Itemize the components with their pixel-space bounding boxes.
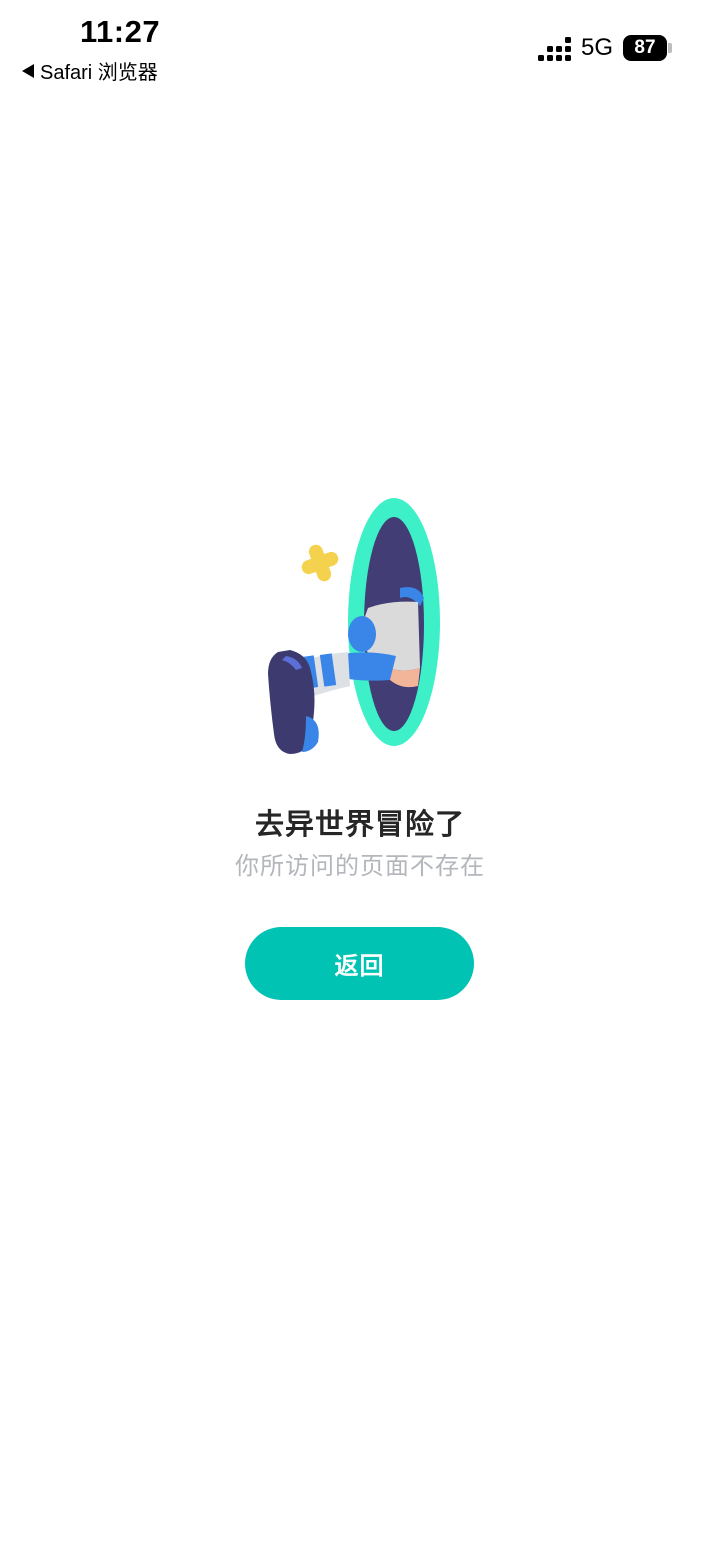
sparkle-icon — [301, 544, 339, 582]
status-time: 11:27 — [80, 14, 161, 49]
network-type: 5G — [580, 34, 613, 61]
error-title: 去异世界冒险了 — [254, 809, 465, 841]
back-app-label: Safari 浏览器 — [40, 62, 158, 84]
status-indicators: 5G 87 — [537, 34, 672, 62]
error-subtitle: 你所访问的页面不存在 — [235, 853, 485, 880]
back-to-safari-link[interactable]: Safari 浏览器 — [22, 56, 158, 85]
status-bar: 11:27 Safari 浏览器 5G 87 — [0, 0, 720, 96]
back-button[interactable]: 返回 — [245, 927, 474, 1000]
signal-bars-icon — [537, 35, 571, 61]
battery-level: 87 — [623, 35, 667, 61]
back-arrow-icon — [22, 63, 34, 78]
battery-icon: 87 — [623, 35, 672, 61]
error-message: 去异世界冒险了 你所访问的页面不存在 — [0, 800, 720, 884]
portal-illustration — [268, 498, 440, 754]
